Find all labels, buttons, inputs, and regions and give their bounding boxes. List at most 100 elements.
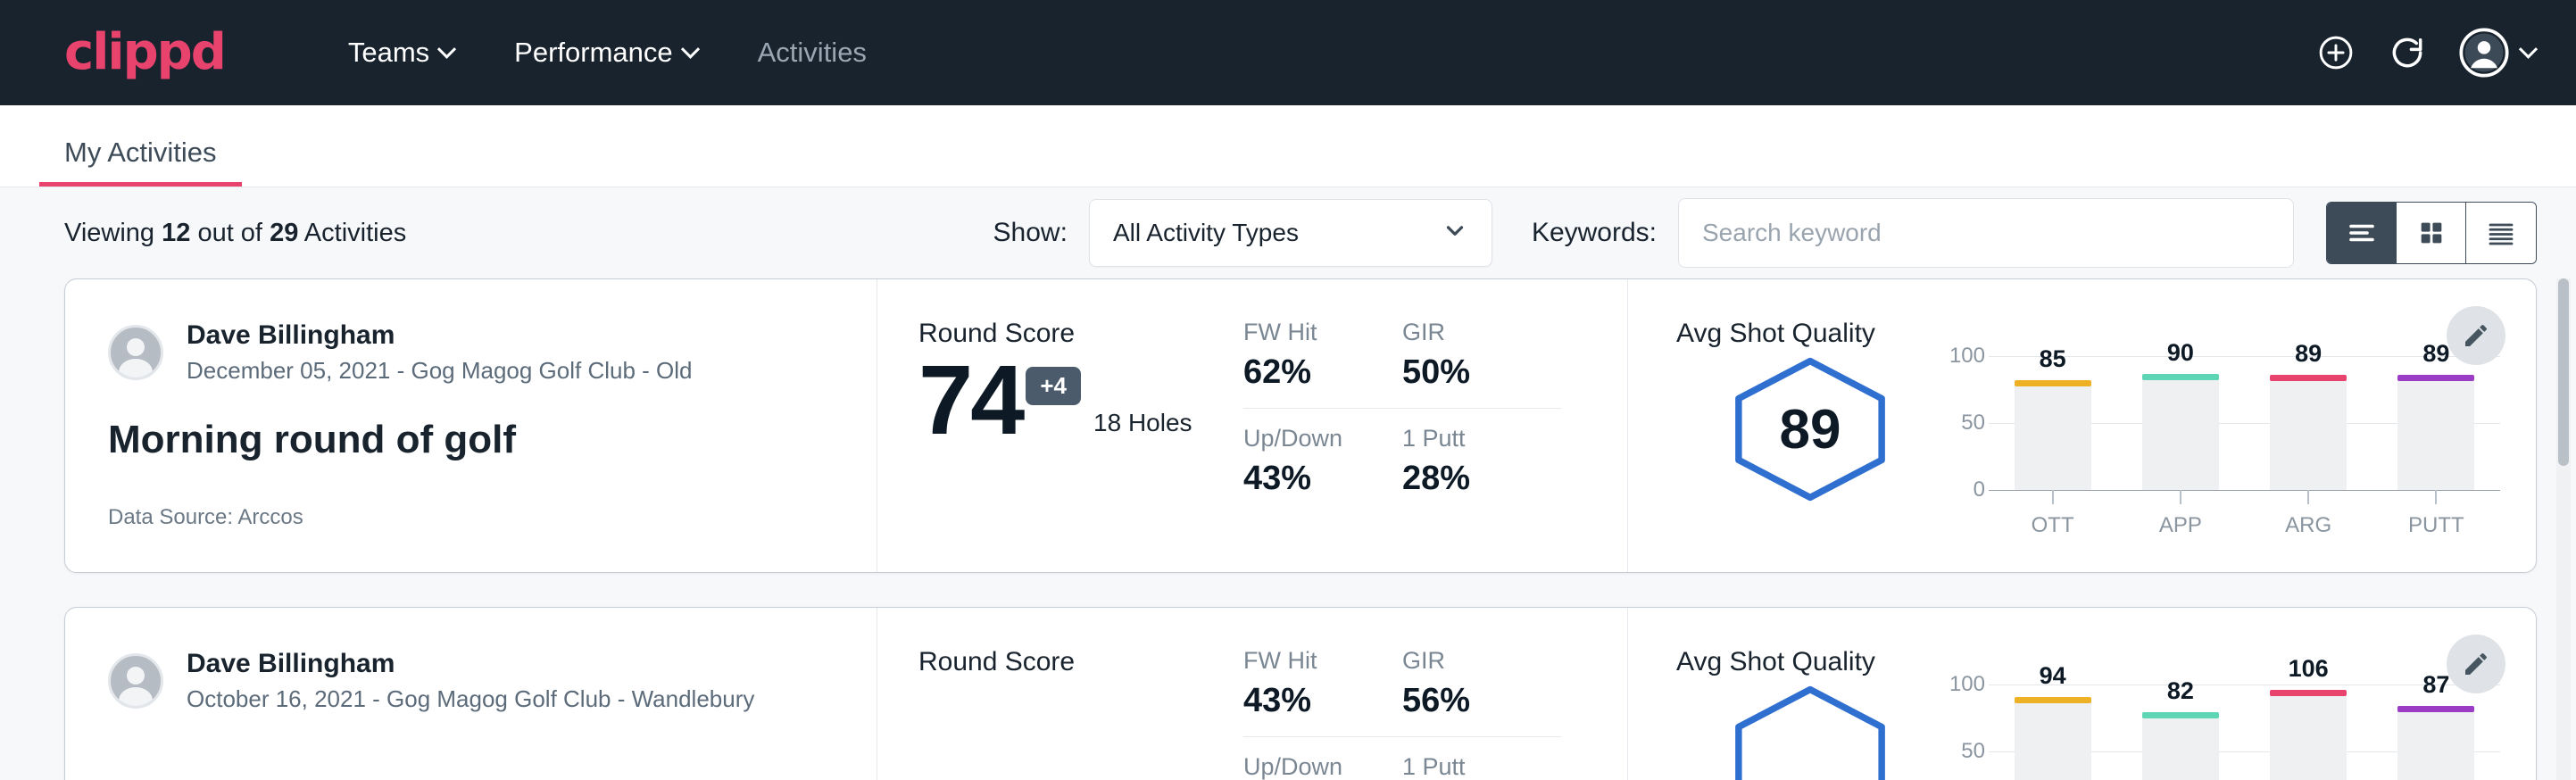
chart-bar-value: 106	[2270, 655, 2347, 683]
chart-bar[interactable]	[2015, 702, 2091, 780]
viewing-count: 12	[162, 219, 190, 247]
clippd-logo[interactable]: clippd	[64, 28, 225, 78]
chart-bar[interactable]	[2397, 711, 2474, 780]
chevron-down-icon	[2519, 39, 2538, 58]
chart-plot-area: 94 82 106	[1989, 685, 2500, 780]
activity-card[interactable]: Dave Billingham December 05, 2021 - Gog …	[64, 278, 2537, 573]
chart-x-label: APP	[2142, 513, 2219, 538]
activity-data-source: Data Source: Arccos	[108, 505, 828, 530]
chart-bar[interactable]	[2142, 718, 2219, 780]
chart-bar-group: 90	[2142, 356, 2219, 490]
activity-card[interactable]: Dave Billingham October 16, 2021 - Gog M…	[64, 607, 2537, 780]
chart-x-tick	[2142, 490, 2219, 504]
avg-shot-quality-block: Avg Shot Quality 050100 94 82	[1627, 608, 2536, 780]
chart-x-label: OTT	[2015, 513, 2091, 538]
refresh-icon[interactable]	[2388, 33, 2427, 72]
user-menu[interactable]	[2459, 28, 2535, 78]
chart-bar-cap	[2397, 375, 2474, 381]
viewing-summary: Viewing 12 out of 29 Activities	[64, 219, 406, 248]
chart-bar-cap	[2397, 706, 2474, 712]
stat-up-down-label: Up/Down	[1243, 425, 1402, 452]
stat-up-down: Up/Down	[1243, 737, 1402, 780]
chart-bar-value: 94	[2015, 662, 2091, 690]
avg-shot-quality-block: Avg Shot Quality 89 050100 85 90	[1627, 279, 2536, 572]
search-input[interactable]	[1678, 198, 2294, 268]
chart-bar-cap	[2142, 374, 2219, 380]
activity-list[interactable]: Dave Billingham December 05, 2021 - Gog …	[0, 278, 2576, 780]
view-mode-compact[interactable]	[2466, 203, 2536, 263]
y-axis-tick: 100	[1949, 672, 1985, 697]
activity-info: Dave Billingham December 05, 2021 - Gog …	[65, 279, 877, 572]
stat-one-putt: 1 Putt	[1402, 737, 1561, 780]
chart-bar-value: 89	[2270, 340, 2347, 368]
chart-x-label: ARG	[2270, 513, 2347, 538]
chart-bar[interactable]	[2397, 380, 2474, 490]
stat-fw-hit-label: FW Hit	[1243, 647, 1402, 675]
chart-bar[interactable]	[2015, 386, 2091, 490]
chart-bar-group: 82	[2142, 685, 2219, 780]
stat-column-right: GIR 50% 1 Putt 28%	[1402, 319, 1561, 572]
activity-meta: October 16, 2021 - Gog Magog Golf Club -…	[187, 685, 754, 715]
scrollbar-thumb[interactable]	[2558, 278, 2569, 466]
chart-bar-value: 82	[2142, 677, 2219, 705]
chart-plot-area: 85 90 89	[1989, 356, 2500, 490]
activity-list-scrollbar[interactable]	[2556, 278, 2571, 780]
holes-played: 18 Holes	[1093, 409, 1192, 437]
stat-gir-value: 56%	[1402, 682, 1561, 720]
stat-one-putt-value: 28%	[1402, 460, 1561, 498]
user-name: Dave Billingham	[187, 319, 693, 353]
chart-bar[interactable]	[2142, 379, 2219, 490]
stat-column-left: FW Hit 62% Up/Down 43%	[1243, 319, 1402, 572]
chart-y-axis: 050100	[1933, 685, 1985, 780]
shot-quality-bar-chart: 050100 85 90 89	[1933, 356, 2500, 535]
chart-bar[interactable]	[2270, 380, 2347, 490]
keywords-label: Keywords:	[1532, 218, 1657, 248]
quality-hexagon: 89	[1726, 356, 1894, 502]
edit-activity-button[interactable]	[2447, 635, 2505, 693]
chevron-down-icon	[437, 39, 456, 58]
chart-bar[interactable]	[2270, 695, 2347, 780]
activity-type-select[interactable]: All Activity Types	[1089, 199, 1492, 267]
add-circle-icon[interactable]	[2316, 33, 2356, 72]
stat-fw-hit-value: 43%	[1243, 682, 1402, 720]
chart-x-tick	[2015, 490, 2091, 504]
edit-activity-button[interactable]	[2447, 306, 2505, 365]
y-axis-tick: 0	[1974, 477, 1985, 502]
chart-bar-cap	[2270, 690, 2347, 696]
viewing-total: 29	[270, 219, 298, 247]
avg-shot-quality-row: 89 050100 85 90 89	[1676, 356, 2500, 535]
y-axis-tick: 100	[1949, 344, 1985, 369]
tab-my-activities[interactable]: My Activities	[39, 137, 242, 187]
avatar	[108, 653, 163, 709]
avg-shot-quality-row: 050100 94 82 106	[1676, 685, 2500, 780]
chart-bar-value: 85	[2015, 345, 2091, 373]
shot-quality-bar-chart: 050100 94 82 106	[1933, 685, 2500, 780]
activity-info: Dave Billingham October 16, 2021 - Gog M…	[65, 608, 877, 780]
chart-bar-group: 87	[2397, 685, 2474, 780]
chart-x-tick	[2397, 490, 2474, 504]
user-avatar-icon	[2459, 28, 2509, 78]
nav-item-activities[interactable]: Activities	[727, 28, 897, 78]
chart-bar-group: 89	[2397, 356, 2474, 490]
chevron-down-icon	[681, 39, 700, 58]
nav-item-performance-label: Performance	[514, 37, 672, 69]
stat-up-down-label: Up/Down	[1243, 753, 1402, 780]
stat-gir: GIR 56%	[1402, 647, 1561, 737]
nav-item-teams[interactable]: Teams	[318, 28, 484, 78]
main-nav: Teams Performance Activities	[318, 28, 897, 78]
user-name: Dave Billingham	[187, 647, 754, 681]
chart-bar-group: 85	[2015, 356, 2091, 490]
nav-item-performance[interactable]: Performance	[484, 28, 727, 78]
score-to-par-badge: +4	[1026, 367, 1081, 405]
chart-x-tick	[2270, 490, 2347, 504]
nav-item-activities-label: Activities	[758, 37, 867, 69]
view-mode-list[interactable]	[2327, 203, 2397, 263]
view-mode-grid[interactable]	[2397, 203, 2466, 263]
stat-one-putt-label: 1 Putt	[1402, 425, 1561, 452]
stat-gir-label: GIR	[1402, 647, 1561, 675]
tab-my-activities-label: My Activities	[64, 137, 217, 168]
stat-fw-hit: FW Hit 43%	[1243, 647, 1402, 737]
chart-bar-cap	[2142, 712, 2219, 718]
viewing-prefix: Viewing	[64, 219, 154, 247]
activity-meta: December 05, 2021 - Gog Magog Golf Club …	[187, 356, 693, 386]
